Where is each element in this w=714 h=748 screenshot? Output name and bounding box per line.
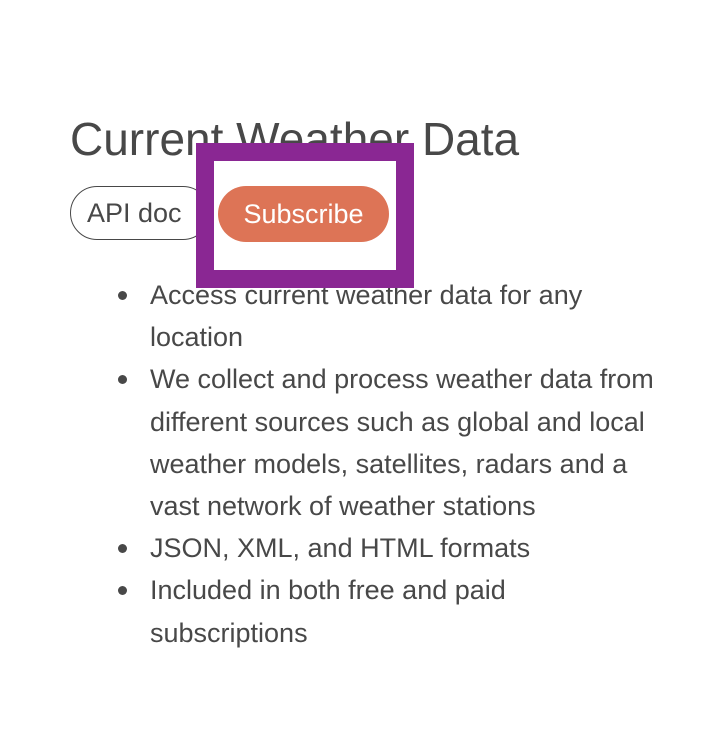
bullet-icon bbox=[118, 586, 127, 596]
subscribe-button[interactable]: Subscribe bbox=[218, 186, 389, 242]
feature-text: Included in both free and paid subscript… bbox=[150, 575, 506, 648]
feature-text: Access current weather data for any loca… bbox=[150, 280, 583, 353]
feature-list: Access current weather data for any loca… bbox=[118, 274, 670, 654]
action-buttons: API doc Subscribe bbox=[70, 186, 470, 242]
feature-item-current-data: Access current weather data for any loca… bbox=[118, 274, 670, 358]
feature-text: JSON, XML, and HTML formats bbox=[150, 533, 531, 564]
bullet-icon bbox=[118, 291, 127, 300]
page-title: Current Weather Data bbox=[70, 113, 520, 165]
api-doc-button[interactable]: API doc bbox=[70, 186, 210, 240]
feature-item-formats: JSON, XML, and HTML formats bbox=[118, 527, 670, 569]
feature-text: We collect and process weather data from… bbox=[150, 364, 654, 522]
feature-item-data-sources: We collect and process weather data from… bbox=[118, 358, 670, 527]
bullet-icon bbox=[118, 544, 127, 554]
bullet-icon bbox=[118, 375, 127, 385]
feature-item-subscriptions: Included in both free and paid subscript… bbox=[118, 569, 670, 653]
